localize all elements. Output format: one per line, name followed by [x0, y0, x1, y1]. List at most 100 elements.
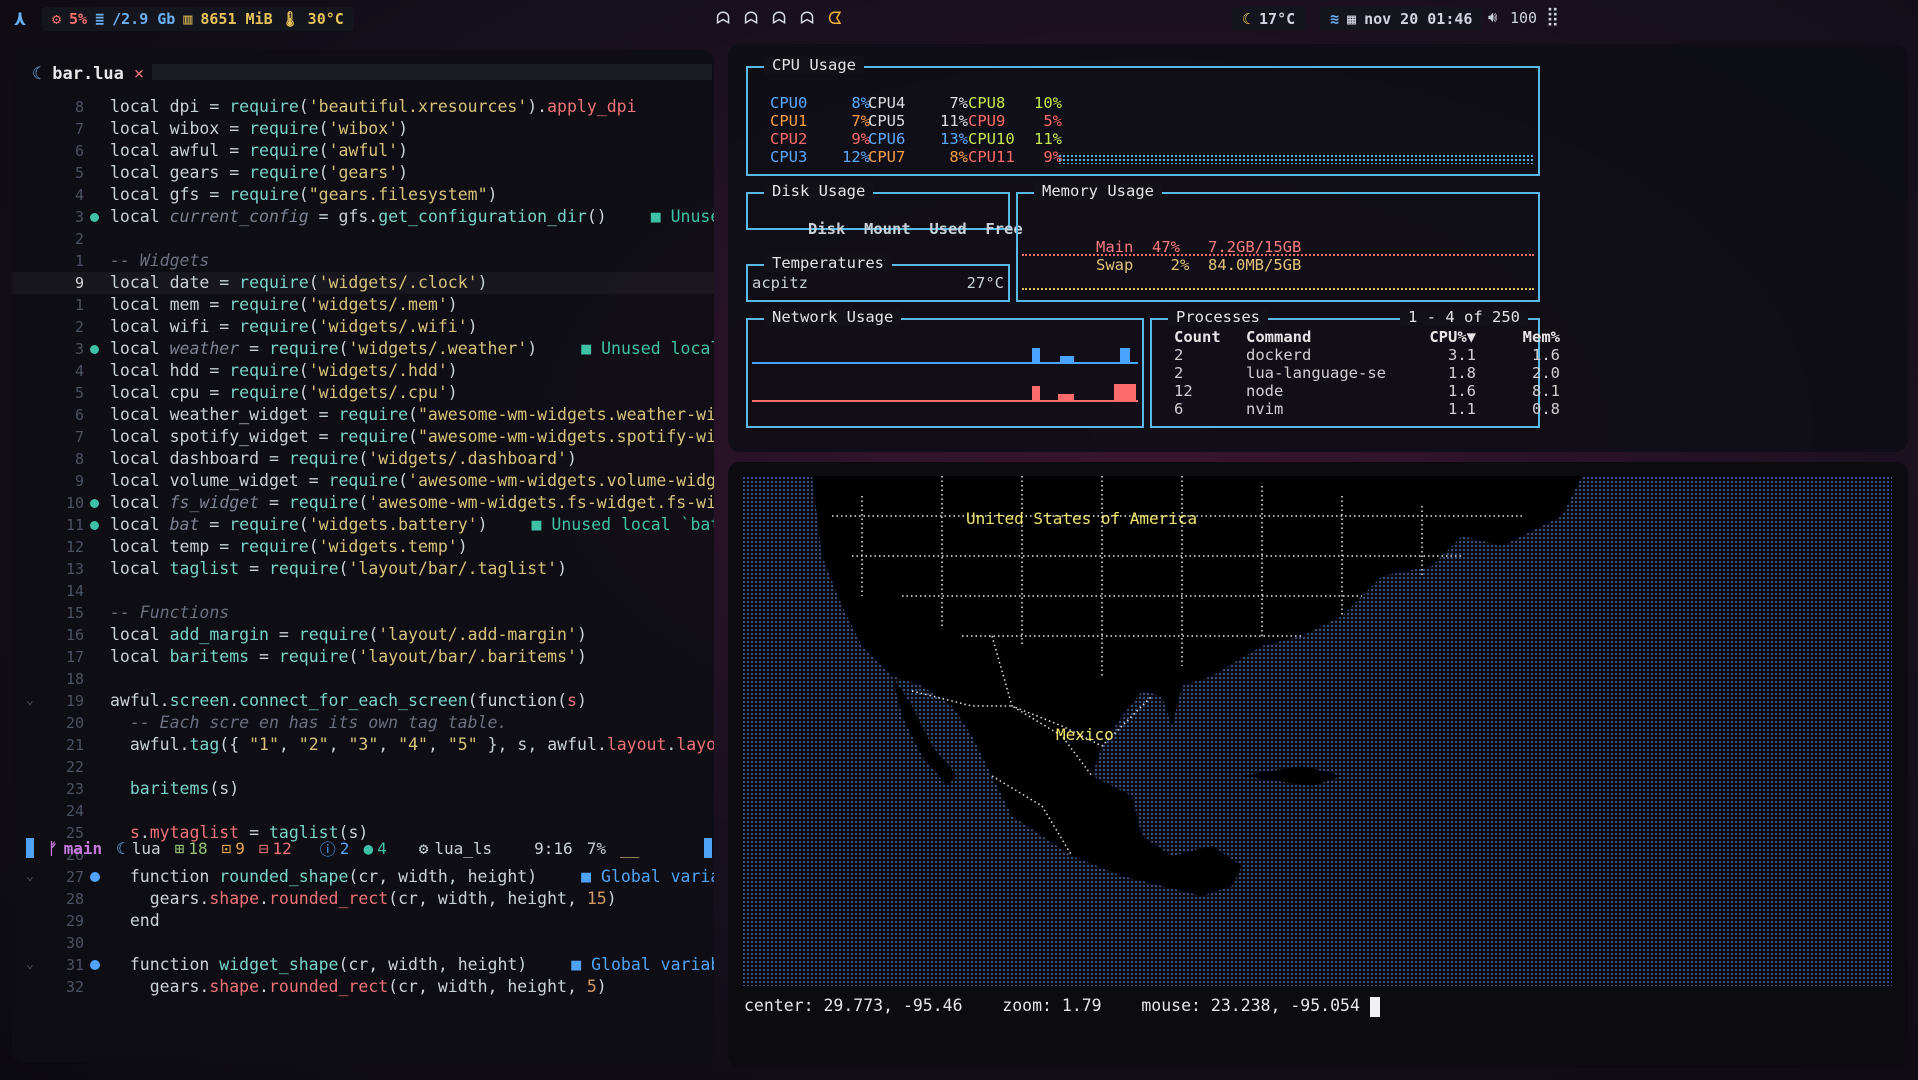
- map-view[interactable]: United States of America Mexico center: …: [728, 462, 1908, 1068]
- code-token: (cr, width, height,: [388, 889, 587, 908]
- fold-chevron-icon[interactable]: ⌄: [26, 866, 34, 888]
- code-token: "awesome-wm-widgets.spotify-widget.s: [417, 427, 714, 446]
- code-line[interactable]: 5 local cpu = require('widgets/.cpu'): [12, 382, 714, 404]
- code-token: -- Functions: [110, 603, 230, 622]
- code-line[interactable]: 32 gears.shape.rounded_rect(cr, width, h…: [12, 976, 714, 998]
- mode-indicator: [26, 838, 34, 858]
- code-line[interactable]: 24: [12, 800, 714, 822]
- code-line[interactable]: 30: [12, 932, 714, 954]
- apps-grid-icon[interactable]: ⣿: [1546, 6, 1559, 27]
- code-line[interactable]: 10 local fs_widget = require('awesome-wm-…: [12, 492, 714, 514]
- code-line[interactable]: 7 local wibox = require('wibox'): [12, 118, 714, 140]
- code-line[interactable]: 3 local current_config = gfs.get_configur…: [12, 206, 714, 228]
- net-down-bar: [1114, 384, 1136, 400]
- code-line[interactable]: 23 baritems(s): [12, 778, 714, 800]
- code-line[interactable]: 7 local spotify_widget = require("awesome…: [12, 426, 714, 448]
- code-line[interactable]: 2: [12, 228, 714, 250]
- cpu-core-usage: 11%: [1034, 130, 1062, 148]
- code-line[interactable]: 12 local temp = require('widgets.temp'): [12, 536, 714, 558]
- fold-chevron-icon[interactable]: ⌄: [26, 954, 34, 976]
- code-line[interactable]: 5 local gears = require('gears'): [12, 162, 714, 184]
- process-column-header[interactable]: Mem%: [1506, 328, 1560, 346]
- process-column-header[interactable]: CPU%▼: [1416, 328, 1476, 346]
- code-line[interactable]: 29 end: [12, 910, 714, 932]
- diagnostic-virtual-text: ■ Global variable in: [571, 955, 714, 974]
- clock-widget[interactable]: ≋ ▦ nov 20 01:46: [1320, 7, 1483, 31]
- cursor-position: 9:16: [534, 838, 573, 858]
- system-stats: ⚙ 5% ≣ /2.9 Gb ▥ 8651 MiB 🌡︎ 30°C: [42, 7, 354, 31]
- workspace-2-ghost-icon[interactable]: ᗣ: [744, 9, 758, 29]
- code-line[interactable]: 3 local weather = require('widgets/.weath…: [12, 338, 714, 360]
- code-line[interactable]: 2 local wifi = require('widgets/.wifi'): [12, 316, 714, 338]
- line-number: 21: [65, 736, 84, 754]
- code-line[interactable]: ⌄ 27 function rounded_shape(cr, width, he…: [12, 866, 714, 888]
- code-line[interactable]: 11 local bat = require('widgets.battery')…: [12, 514, 714, 536]
- code-token: 'awful': [328, 141, 399, 160]
- code-line[interactable]: 8 local dashboard = require('widgets/.das…: [12, 448, 714, 470]
- thermometer-icon: 🌡︎: [280, 10, 300, 28]
- btop-monitor[interactable]: CPU Usage CPU0 8% CPU4 7% CPU8 10% CPU1 7% CPU5 1…: [728, 44, 1908, 452]
- close-icon[interactable]: ×: [134, 64, 144, 84]
- code-line[interactable]: 22: [12, 756, 714, 778]
- volume-icon[interactable]: 🔊︎: [1488, 8, 1497, 26]
- code-token: (: [408, 427, 418, 446]
- code-line[interactable]: 13 local taglist = require('layout/bar/.t…: [12, 558, 714, 580]
- launcher-icon[interactable]: ⋏: [14, 6, 26, 30]
- code-token: (: [408, 405, 418, 424]
- code-token: ): [447, 361, 458, 380]
- processes-box[interactable]: Processes 1 - 4 of 250 Count Command CPU%▼…: [1150, 308, 1560, 428]
- code-line[interactable]: ⌄ 19 awful.screen.connect_for_each_screen(…: [12, 690, 714, 712]
- workspace-4-ghost-icon[interactable]: ᗣ: [800, 9, 814, 29]
- fold-chevron-icon[interactable]: ⌄: [26, 690, 34, 712]
- code-line[interactable]: 9 local date = require('widgets/.clock'): [12, 272, 714, 294]
- weather-widget[interactable]: ☾ 17°C: [1232, 7, 1306, 31]
- code-line[interactable]: 6 local weather_widget = require("awesome…: [12, 404, 714, 426]
- code-token: (cr, width, height): [348, 867, 538, 886]
- workspace-3-ghost-icon[interactable]: ᗣ: [772, 9, 786, 29]
- temp-sensor: acpitz: [752, 274, 808, 292]
- code-line[interactable]: 4 local hdd = require('widgets/.hdd'): [12, 360, 714, 382]
- code-token: (: [557, 691, 567, 710]
- neovim-editor[interactable]: ☾ bar.lua × 8 local dpi = require('beauti…: [12, 50, 714, 1063]
- code-text: local cpu = require('widgets/.cpu'): [110, 382, 458, 404]
- code-line[interactable]: 18: [12, 668, 714, 690]
- line-number: 9: [74, 472, 84, 490]
- workspace-1-ghost-icon[interactable]: ᗣ: [716, 9, 730, 29]
- code-line[interactable]: 1 local mem = require('widgets/.mem'): [12, 294, 714, 316]
- cpu-core-usage: 7%: [949, 94, 968, 112]
- process-cell: 1.6: [1532, 346, 1560, 364]
- code-token: (: [358, 493, 369, 512]
- code-token: ): [596, 977, 607, 996]
- code-area[interactable]: 8 local dpi = require('beautiful.xresourc…: [12, 96, 714, 998]
- workspace-active-pacman-icon[interactable]: ᗧ: [828, 9, 842, 29]
- code-token: layouts: [676, 735, 714, 754]
- buffer-tab[interactable]: ☾ bar.lua ×: [32, 64, 144, 84]
- code-line[interactable]: ⌄ 31 function widget_shape(cr, width, hei…: [12, 954, 714, 976]
- cpu-core-name: CPU9: [968, 112, 1006, 130]
- line-number: 3: [74, 340, 84, 358]
- code-line[interactable]: 1 -- Widgets: [12, 250, 714, 272]
- code-line[interactable]: 16 local add_margin = require('layout/.ad…: [12, 624, 714, 646]
- git-changed-count: 9: [235, 838, 245, 858]
- sign-column: [90, 954, 104, 976]
- code-line[interactable]: 4 local gfs = require("gears.filesystem"): [12, 184, 714, 206]
- code-line[interactable]: 28 gears.shape.rounded_rect(cr, width, h…: [12, 888, 714, 910]
- code-token: ,: [427, 735, 448, 754]
- process-column-header[interactable]: Count: [1174, 328, 1234, 346]
- code-line[interactable]: 9 local volume_widget = require('awesome-…: [12, 470, 714, 492]
- process-column-header[interactable]: Command: [1246, 328, 1406, 346]
- code-token: tag: [189, 735, 220, 754]
- code-line[interactable]: 8 local dpi = require('beautiful.xresourc…: [12, 96, 714, 118]
- code-line[interactable]: 21 awful.tag({ "1", "2", "3", "4", "5" }…: [12, 734, 714, 756]
- code-line[interactable]: 17 local baritems = require('layout/bar/.…: [12, 646, 714, 668]
- code-line[interactable]: 6 local awful = require('awful'): [12, 140, 714, 162]
- code-line[interactable]: 14: [12, 580, 714, 602]
- code-line[interactable]: 15 -- Functions: [12, 602, 714, 624]
- lsp-gear-icon: ⚙: [418, 838, 429, 858]
- code-line[interactable]: 20 -- Each scre en has its own tag table…: [12, 712, 714, 734]
- map-canvas[interactable]: United States of America Mexico: [742, 476, 1892, 986]
- code-text: local weather_widget = require("awesome-…: [110, 404, 714, 426]
- code-token: = gfs.: [308, 207, 379, 226]
- line-number: 5: [74, 164, 84, 182]
- weather-temp: 17°C: [1259, 10, 1296, 28]
